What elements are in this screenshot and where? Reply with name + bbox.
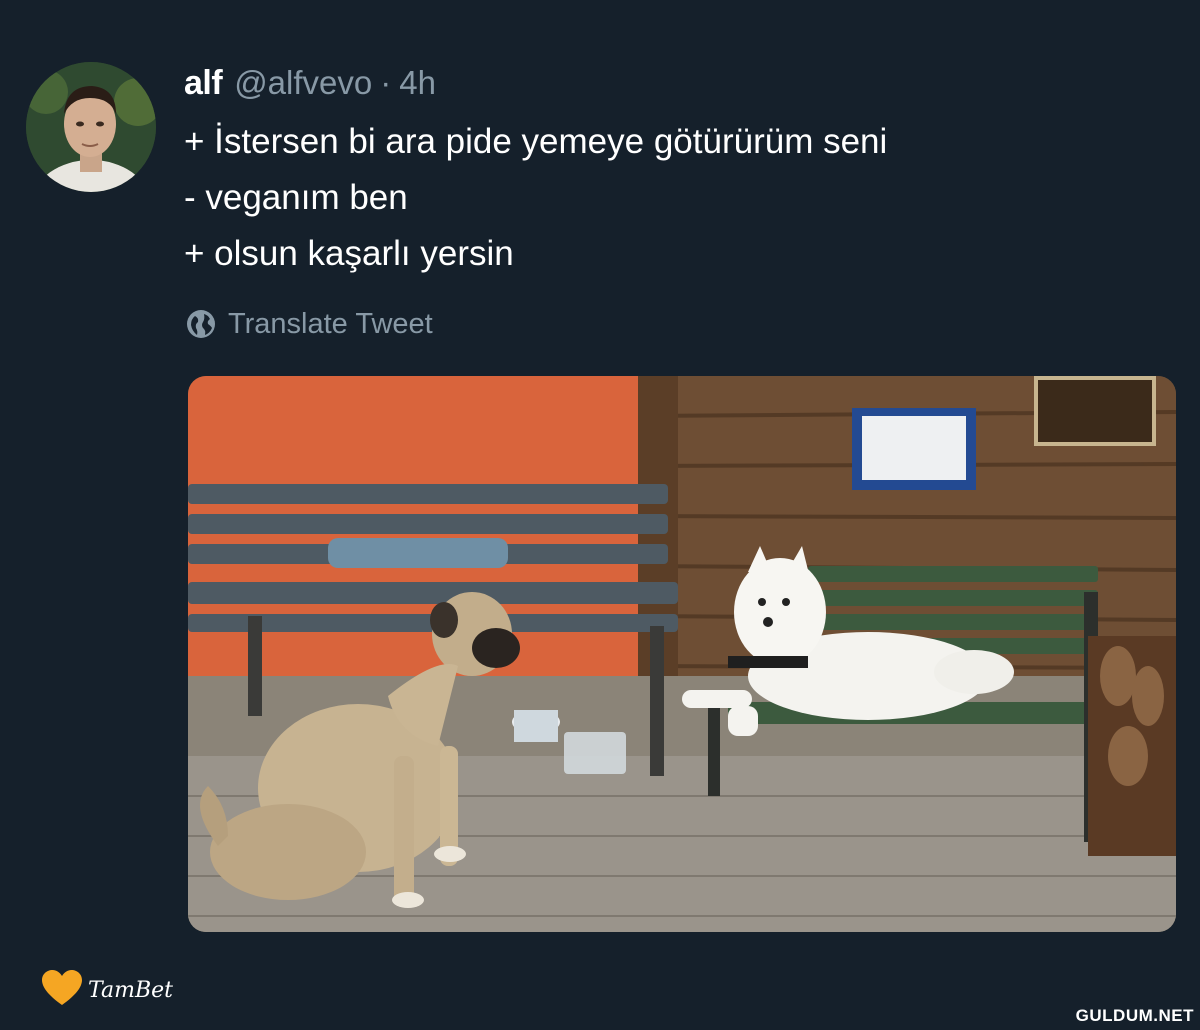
author-handle[interactable]: @alfvevo [234,64,372,102]
tweet-line: - veganım ben [184,178,408,217]
author-display-name[interactable]: alf [184,64,223,103]
tweet-body: + İstersen bi ara pide yemeye götürürüm … [184,114,1164,282]
tweet-header: alf @alfvevo · 4h [184,64,436,108]
tweet-photo[interactable] [188,376,1176,932]
site-watermark: GULDUM.NET [1075,1006,1194,1025]
tweet-line: + İstersen bi ara pide yemeye götürürüm … [184,122,888,161]
translate-tweet-link[interactable]: Translate Tweet [186,302,433,346]
heart-icon [40,969,84,1012]
brand-logo: TamBet [40,969,173,1012]
brand-name: TamBet [88,977,173,1003]
globe-icon [186,309,216,339]
avatar-image [26,62,156,192]
tweet-line: + olsun kaşarlı yersin [184,234,514,273]
photo-image [188,376,1176,932]
tweet-timestamp[interactable]: 4h [399,64,436,102]
author-avatar[interactable] [26,62,156,192]
translate-label: Translate Tweet [228,307,433,340]
header-separator: · [380,64,392,101]
